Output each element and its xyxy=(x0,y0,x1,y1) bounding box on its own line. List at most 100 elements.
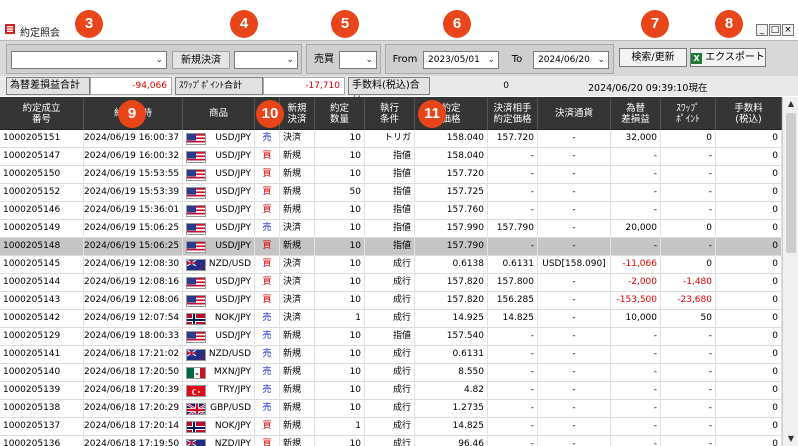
table-row[interactable]: 1000205141 2024/06/18 17:21:02 NZD/USD 売 新規 1… xyxy=(0,346,782,364)
cell-counter-price: - xyxy=(488,166,538,184)
table-row[interactable]: 1000205138 2024/06/18 17:20:29 GBP/USD 売 新規 1… xyxy=(0,400,782,418)
cell-settle-currency-text: - xyxy=(572,241,576,251)
cell-new-settle: 決済 xyxy=(280,274,315,292)
table-row[interactable]: 1000205139 2024/06/18 17:20:39 TRY/JPY 売 新規 1… xyxy=(0,382,782,400)
col-header-swap[interactable]: ｽﾜｯﾌﾟ ﾎﾟｲﾝﾄ xyxy=(661,97,716,130)
fee-total-label: 手数料(税込)合計 xyxy=(348,77,430,107)
cell-fx-pl-text: -11,066 xyxy=(622,259,657,269)
buysell-select[interactable]: ⌄ xyxy=(339,51,377,69)
table-row[interactable]: 1000205146 2024/06/19 15:36:01 USD/JPY 買 新規 1… xyxy=(0,202,782,220)
cell-product: MXN/JPY xyxy=(183,364,255,382)
cell-fx-pl-text: - xyxy=(653,331,657,341)
new-settle-select[interactable]: ⌄ xyxy=(234,51,298,69)
cell-fx-pl: - xyxy=(611,148,661,166)
table-row[interactable]: 1000205144 2024/06/19 12:08:16 USD/JPY 買 決済 1… xyxy=(0,274,782,292)
col-header-product[interactable]: 商品 xyxy=(183,97,255,130)
cell-side-text: 売 xyxy=(262,313,272,323)
cell-fee: 0 xyxy=(716,382,782,400)
cell-exec-date-text: 2024/06/19 12:07:54 xyxy=(84,313,180,323)
table-row[interactable]: 1000205151 2024/06/19 16:00:37 USD/JPY 売 決済 1… xyxy=(0,130,782,148)
table-row[interactable]: 1000205145 2024/06/19 12:08:30 NZD/USD 買 決済 1… xyxy=(0,256,782,274)
cell-product: USD/JPY xyxy=(183,274,255,292)
search-refresh-button[interactable]: 検索/更新 xyxy=(619,48,687,67)
cell-exec-date-text: 2024/06/19 15:36:01 xyxy=(84,205,180,215)
col-header-qty[interactable]: 約定 数量 xyxy=(315,97,365,130)
table-row[interactable]: 1000205142 2024/06/19 12:07:54 NOK/JPY 売 決済 1… xyxy=(0,310,782,328)
cell-product-text: USD/JPY xyxy=(215,277,251,287)
cell-new-settle-text: 新規 xyxy=(283,439,302,446)
cell-exec-no-text: 1000205152 xyxy=(3,187,61,197)
col-header-new-settle[interactable]: 新規 決済 xyxy=(280,97,315,130)
close-button[interactable]: × xyxy=(782,24,794,36)
table-row[interactable]: 1000205143 2024/06/19 12:08:06 USD/JPY 買 決済 1… xyxy=(0,292,782,310)
chevron-down-icon: ⌄ xyxy=(286,55,294,65)
to-date-picker[interactable]: 2024/06/20 ⌄ xyxy=(533,51,609,69)
cell-exec-date-text: 2024/06/19 15:06:25 xyxy=(84,241,180,251)
maximize-button[interactable]: □ xyxy=(769,24,781,36)
chevron-down-icon: ⌄ xyxy=(365,55,373,65)
cell-exec-no: 1000205138 xyxy=(0,400,84,418)
cell-qty-text: 10 xyxy=(349,367,361,377)
us-flag-icon xyxy=(186,223,206,235)
cell-counter-price-text: 157.800 xyxy=(496,277,534,287)
cell-condition: 指値 xyxy=(365,202,415,220)
col-header-condition[interactable]: 執行 条件 xyxy=(365,97,415,130)
table-row[interactable]: 1000205152 2024/06/19 15:53:39 USD/JPY 買 新規 5… xyxy=(0,184,782,202)
cell-price-text: 157.540 xyxy=(446,331,484,341)
table-row[interactable]: 1000205150 2024/06/19 15:53:55 USD/JPY 買 新規 1… xyxy=(0,166,782,184)
col-header-counter-price[interactable]: 決済相手 約定価格 xyxy=(488,97,538,130)
export-button[interactable]: X エクスポート xyxy=(690,48,766,67)
table-row[interactable]: 1000205148 2024/06/19 15:06:25 USD/JPY 買 新規 1… xyxy=(0,238,782,256)
col-header-fx-pl[interactable]: 為替 差損益 xyxy=(611,97,661,130)
scroll-down-icon[interactable]: ▼ xyxy=(783,432,798,446)
cell-fee: 0 xyxy=(716,202,782,220)
cell-condition: 成行 xyxy=(365,436,415,446)
cell-product-text: NOK/JPY xyxy=(214,421,251,431)
cell-product: USD/JPY xyxy=(183,184,255,202)
table-row[interactable]: 1000205140 2024/06/18 17:20:50 MXN/JPY 売 新規 1… xyxy=(0,364,782,382)
product-select[interactable]: ⌄ xyxy=(11,51,167,69)
scroll-thumb[interactable] xyxy=(786,113,796,253)
nz-flag-icon xyxy=(186,439,206,446)
cell-fx-pl: -153,500 xyxy=(611,292,661,310)
cell-price: 8.550 xyxy=(415,364,488,382)
cell-settle-currency-text: - xyxy=(572,277,576,287)
table-row[interactable]: 1000205129 2024/06/19 18:00:33 USD/JPY 売 新規 1… xyxy=(0,328,782,346)
table-row[interactable]: 1000205137 2024/06/18 17:20:14 NOK/JPY 買 新規 1… xyxy=(0,418,782,436)
col-header-fee[interactable]: 手数料 (税込) xyxy=(716,97,782,130)
cell-settle-currency-text: - xyxy=(572,313,576,323)
cell-swap-text: 0 xyxy=(706,223,712,233)
cell-fee-text: 0 xyxy=(772,349,778,359)
cell-fx-pl: - xyxy=(611,202,661,220)
fx-pl-total-label: 為替差損益合計 xyxy=(6,77,90,95)
cell-new-settle-text: 新規 xyxy=(283,367,302,377)
cell-settle-currency-text: - xyxy=(572,331,576,341)
cell-condition: 指値 xyxy=(365,220,415,238)
col-header-exec-no[interactable]: 約定成立 番号 xyxy=(0,97,84,130)
cell-fee: 0 xyxy=(716,166,782,184)
callout-marker: 6 xyxy=(443,10,471,38)
cell-product: USD/JPY xyxy=(183,328,255,346)
minimize-button[interactable]: _ xyxy=(756,24,768,36)
vertical-scrollbar[interactable]: ▲ ▼ xyxy=(782,97,798,446)
cell-fx-pl: 32,000 xyxy=(611,130,661,148)
table-row[interactable]: 1000205136 2024/06/18 17:19:50 NZD/JPY 買 新規 1… xyxy=(0,436,782,446)
cell-exec-no-text: 1000205146 xyxy=(3,205,61,215)
cell-new-settle: 新規 xyxy=(280,328,315,346)
cell-side-text: 売 xyxy=(262,385,272,395)
cell-fee-text: 0 xyxy=(772,187,778,197)
table-row[interactable]: 1000205149 2024/06/19 15:06:25 USD/JPY 売 決済 1… xyxy=(0,220,782,238)
no-flag-icon xyxy=(186,421,206,433)
cell-product: NZD/USD xyxy=(183,256,255,274)
cell-price-text: 157.990 xyxy=(446,223,484,233)
col-header-settle-currency[interactable]: 決済通貨 xyxy=(538,97,611,130)
to-date-value: 2024/06/20 xyxy=(538,55,590,65)
table-row[interactable]: 1000205147 2024/06/19 16:00:32 USD/JPY 買 新規 1… xyxy=(0,148,782,166)
from-date-picker[interactable]: 2023/05/01 ⌄ xyxy=(423,51,499,69)
scroll-up-icon[interactable]: ▲ xyxy=(783,97,798,111)
cell-settle-currency: - xyxy=(538,148,611,166)
callout-marker: 9 xyxy=(118,100,146,128)
cell-fx-pl-text: - xyxy=(653,367,657,377)
cell-product-text: MXN/JPY xyxy=(213,367,251,377)
cell-fx-pl-text: - xyxy=(653,169,657,179)
